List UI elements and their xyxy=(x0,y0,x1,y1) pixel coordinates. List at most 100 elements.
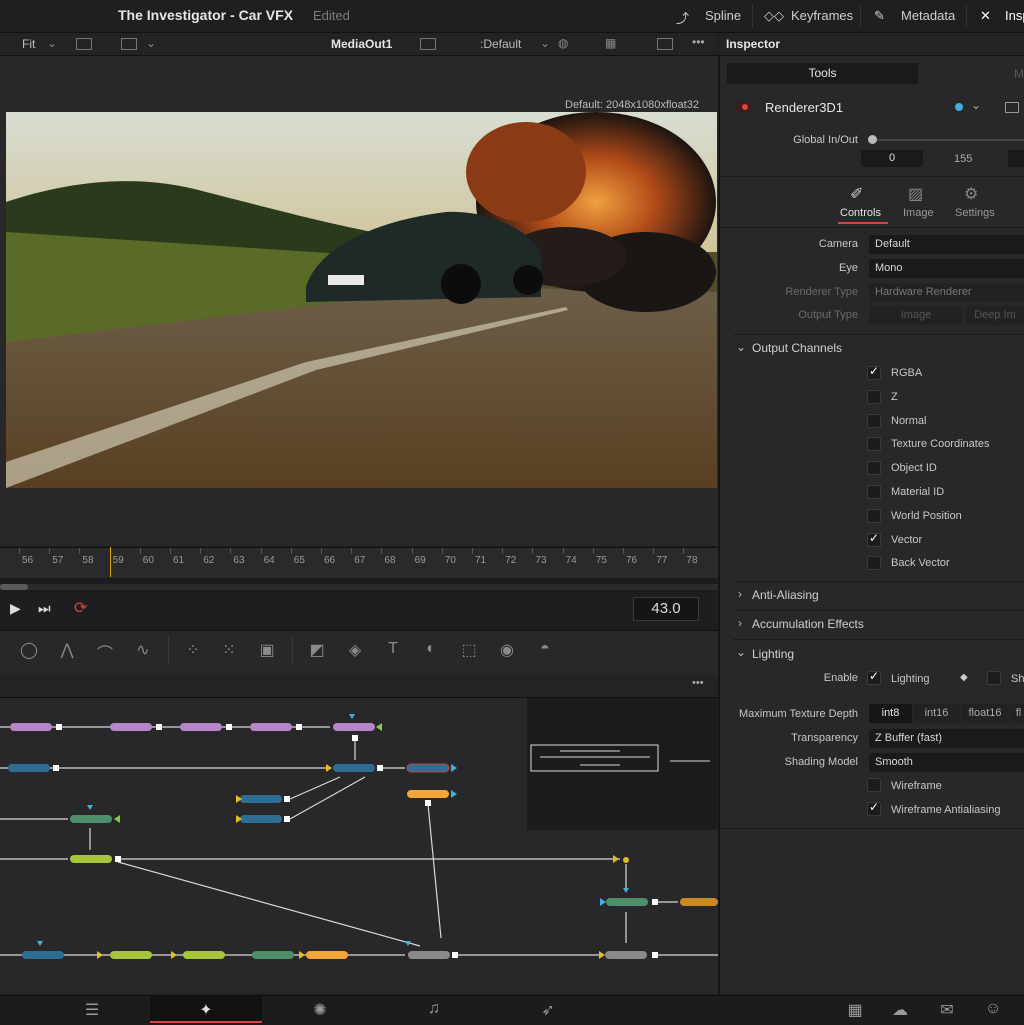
color-page-icon[interactable]: ✺ xyxy=(308,1000,332,1020)
display-icon[interactable] xyxy=(121,38,137,50)
keyframe-diamond-icon[interactable]: ◆ xyxy=(960,672,968,683)
scrollbar-thumb[interactable] xyxy=(0,584,28,590)
wireframe-checkbox[interactable] xyxy=(867,778,881,792)
output-type-image-button[interactable]: Image xyxy=(869,306,963,325)
node-minimap[interactable] xyxy=(527,698,718,830)
anti-aliasing-header[interactable]: Anti-Aliasing xyxy=(752,588,819,602)
chevron-right-icon[interactable]: › xyxy=(738,616,742,630)
keyframes-icon[interactable]: ◇◇ xyxy=(764,8,784,24)
global-slider-track[interactable] xyxy=(872,139,1024,141)
lut-dropdown[interactable]: :Default xyxy=(480,37,521,51)
circle-mask-icon[interactable]: ◯ xyxy=(18,640,40,660)
fairlight-page-icon[interactable]: ♫ xyxy=(422,1000,446,1018)
channel-checkbox[interactable]: ✓ xyxy=(867,364,881,380)
layout-icon[interactable] xyxy=(420,38,436,50)
versions-icon[interactable] xyxy=(1005,102,1019,113)
edit-page-icon[interactable]: ☰ xyxy=(80,1000,104,1020)
project-manager-icon[interactable]: ▦ xyxy=(843,1000,867,1020)
grid-icon[interactable]: ▦ xyxy=(605,36,616,50)
timeline-ruler[interactable]: 56 57 58 59 60 61 62 63 64 65 66 67 68 69 70 71 72 73 74 75… xyxy=(0,547,718,578)
chevron-down-icon[interactable]: ⌄ xyxy=(47,36,57,50)
global-slider-handle[interactable] xyxy=(868,135,877,144)
texture-depth-option[interactable]: fl xyxy=(1010,704,1024,723)
lighting-header[interactable]: Lighting xyxy=(752,647,794,661)
global-in-field[interactable]: 0 xyxy=(861,150,923,167)
transparency-dropdown[interactable]: Z Buffer (fast) xyxy=(869,729,1024,748)
channel-checkbox[interactable] xyxy=(867,556,881,571)
inspector-icon[interactable]: ✕ xyxy=(980,8,991,24)
fusion-page-icon[interactable]: ✦ xyxy=(194,1000,218,1020)
shading-model-dropdown[interactable]: Smooth xyxy=(869,753,1024,772)
color-dot-icon[interactable] xyxy=(955,103,963,111)
spline-button[interactable]: Spline xyxy=(705,8,741,23)
loop-icon[interactable]: ⟳ xyxy=(74,598,87,618)
merge3d-icon[interactable]: ◐ xyxy=(420,640,442,658)
light-icon[interactable]: ◓ xyxy=(534,640,556,658)
output-type-deep-button[interactable]: Deep Im xyxy=(966,306,1024,325)
metadata-icon[interactable]: ✎ xyxy=(874,8,885,24)
camera3d-icon[interactable]: ◉ xyxy=(496,640,518,660)
roi-icon[interactable] xyxy=(657,38,673,50)
viewer-node-name[interactable]: MediaOut1 xyxy=(331,37,392,51)
more-options-icon[interactable]: ••• xyxy=(692,677,704,689)
channel-checkbox[interactable] xyxy=(867,485,881,499)
skip-end-icon[interactable]: ⏭ xyxy=(38,600,51,617)
play-icon[interactable]: ▶ xyxy=(10,600,21,617)
keyframes-button[interactable]: Keyframes xyxy=(791,8,853,23)
output-channels-header[interactable]: Output Channels xyxy=(752,341,842,355)
image-icon[interactable]: ▨ xyxy=(908,184,923,204)
paint-icon[interactable]: ∿ xyxy=(132,640,154,660)
renderer-type-dropdown[interactable]: Hardware Renderer xyxy=(869,283,1024,302)
shape3d-icon[interactable]: ◈ xyxy=(344,640,366,660)
channel-checkbox[interactable] xyxy=(867,389,881,404)
cloud-icon[interactable]: ☁ xyxy=(888,1000,912,1020)
aspect-icon[interactable] xyxy=(76,38,92,50)
subtab-controls[interactable]: Controls xyxy=(840,207,881,219)
shadows-checkbox[interactable] xyxy=(987,671,1001,685)
controls-icon[interactable]: ✐ xyxy=(850,184,863,204)
lighting-checkbox[interactable]: ✓ xyxy=(867,669,881,685)
global-out-field[interactable] xyxy=(1008,150,1024,167)
spline-icon[interactable]: ⤴ xyxy=(676,8,689,27)
bspline-icon[interactable]: ⌒ xyxy=(94,640,116,664)
more-options-icon[interactable]: ••• xyxy=(692,35,705,49)
text3d-icon[interactable]: T xyxy=(382,640,404,658)
chevron-right-icon[interactable]: › xyxy=(738,587,742,601)
tab-modifiers[interactable]: Modifi xyxy=(1014,67,1024,81)
chevron-down-icon[interactable]: ⌄ xyxy=(540,36,550,50)
subtab-settings[interactable]: Settings xyxy=(955,207,995,219)
texture-depth-option[interactable]: float16 xyxy=(961,704,1009,723)
particle-render-icon[interactable]: ⁙ xyxy=(218,640,240,660)
wireframe-aa-checkbox[interactable]: ✓ xyxy=(867,800,881,816)
chat-icon[interactable]: ✉ xyxy=(935,1000,959,1020)
collaboration-icon[interactable]: ☺ xyxy=(981,1000,1005,1018)
settings-icon[interactable]: ⚙ xyxy=(964,184,978,204)
camera-dropdown[interactable]: Default xyxy=(869,235,1024,254)
color-icon[interactable]: ◍ xyxy=(558,36,568,50)
image-plane-icon[interactable]: ◩ xyxy=(306,640,328,660)
renderer3d-icon[interactable]: ⬚ xyxy=(458,640,480,660)
timeline-scrollbar[interactable] xyxy=(0,584,718,590)
fit-dropdown[interactable]: Fit xyxy=(22,37,35,51)
particle-merge-icon[interactable]: ▣ xyxy=(256,640,278,660)
current-frame-field[interactable]: 43.0 xyxy=(633,597,699,621)
subtab-image[interactable]: Image xyxy=(903,207,934,219)
chevron-down-icon[interactable]: ⌄ xyxy=(736,645,746,659)
particle-emitter-icon[interactable]: ⁘ xyxy=(182,640,204,660)
accumulation-header[interactable]: Accumulation Effects xyxy=(752,617,864,631)
chevron-down-icon[interactable]: ⌄ xyxy=(736,340,746,354)
playhead[interactable] xyxy=(110,547,111,577)
channel-checkbox[interactable]: ✓ xyxy=(867,531,881,547)
inspector-button[interactable]: Insp xyxy=(1005,8,1024,23)
tab-tools[interactable]: Tools xyxy=(727,63,918,84)
channel-checkbox[interactable] xyxy=(867,413,881,428)
channel-checkbox[interactable] xyxy=(867,437,881,452)
node-toggle[interactable] xyxy=(734,102,752,112)
eye-dropdown[interactable]: Mono xyxy=(869,259,1024,278)
channel-checkbox[interactable] xyxy=(867,508,881,523)
channel-checkbox[interactable] xyxy=(867,461,881,476)
chevron-down-icon[interactable]: ⌄ xyxy=(146,36,156,50)
texture-depth-option[interactable]: int16 xyxy=(913,704,960,723)
polygon-icon[interactable]: ⋀ xyxy=(56,640,78,660)
metadata-button[interactable]: Metadata xyxy=(901,8,955,23)
